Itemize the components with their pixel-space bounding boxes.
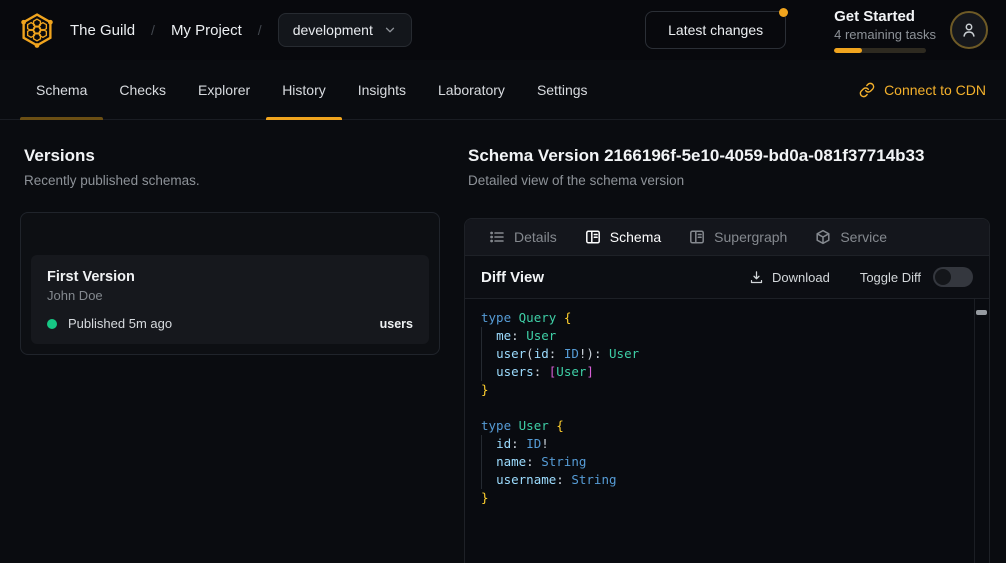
columns-icon	[585, 229, 601, 245]
toggle-diff-control: Toggle Diff	[860, 267, 973, 287]
version-list-item[interactable]: First Version John Doe Published 5m ago use…	[31, 255, 429, 344]
code-line: id: ID!	[481, 435, 965, 453]
nav-tab-settings[interactable]: Settings	[521, 60, 604, 119]
breadcrumb-project[interactable]: My Project	[171, 22, 242, 39]
detail-tab-label: Schema	[610, 229, 661, 245]
detail-tab-service[interactable]: Service	[801, 219, 901, 255]
cube-icon	[815, 229, 831, 245]
nav-tabs: SchemaChecksExplorerHistoryInsightsLabor…	[20, 60, 604, 119]
version-author: John Doe	[47, 288, 413, 303]
published-dot	[47, 319, 57, 329]
guild-logo-icon[interactable]	[18, 11, 56, 49]
code-line: name: String	[481, 453, 965, 471]
diff-view-title: Diff View	[481, 269, 544, 286]
download-label: Download	[772, 270, 830, 285]
download-icon	[749, 270, 764, 285]
code-line: type Query {	[481, 309, 965, 327]
user-avatar[interactable]	[950, 11, 988, 49]
detail-tab-details[interactable]: Details	[475, 219, 571, 255]
environment-label: development	[293, 22, 373, 38]
connect-to-cdn-button[interactable]: Connect to CDN	[859, 60, 986, 119]
code-scrollbar-thumb[interactable]	[976, 310, 987, 315]
diff-view-actions: Download Toggle Diff	[749, 267, 973, 287]
code-line	[481, 399, 965, 417]
versions-list-card: First Version John Doe Published 5m ago use…	[20, 212, 440, 355]
get-started-progress	[834, 48, 926, 53]
target-nav: SchemaChecksExplorerHistoryInsightsLabor…	[0, 60, 1006, 120]
version-detail-title: Schema Version 2166196f-5e10-4059-bd0a-0…	[468, 146, 990, 166]
code-lines: type Query { me: User user(id: ID!): Use…	[481, 309, 965, 507]
list-icon	[489, 229, 505, 245]
user-icon	[960, 21, 978, 39]
toggle-diff-switch[interactable]	[933, 267, 973, 287]
nav-tab-insights[interactable]: Insights	[342, 60, 422, 119]
detail-tab-schema[interactable]: Schema	[571, 219, 675, 255]
code-line: }	[481, 489, 965, 507]
nav-tab-explorer[interactable]: Explorer	[182, 60, 266, 119]
main-content: Versions Recently published schemas. Fir…	[0, 120, 1006, 563]
download-button[interactable]: Download	[749, 270, 830, 285]
latest-changes-label: Latest changes	[668, 22, 763, 38]
toggle-knob	[935, 269, 951, 285]
version-detail-column: Schema Version 2166196f-5e10-4059-bd0a-0…	[464, 146, 990, 563]
code-scrollbar[interactable]	[974, 299, 989, 563]
code-line: type User {	[481, 417, 965, 435]
nav-tab-laboratory[interactable]: Laboratory	[422, 60, 521, 119]
code-line: }	[481, 381, 965, 399]
breadcrumb: The Guild / My Project / development	[70, 13, 412, 47]
detail-tab-label: Service	[840, 229, 887, 245]
columns-icon	[689, 229, 705, 245]
code-line: users: [User]	[481, 363, 965, 381]
get-started-title: Get Started	[834, 8, 936, 26]
header-actions: Latest changes Get Started 4 remaining t…	[645, 8, 988, 53]
code-line: me: User	[481, 327, 965, 345]
progress-fill	[834, 48, 862, 53]
notification-dot	[779, 8, 788, 17]
detail-tab-supergraph[interactable]: Supergraph	[675, 219, 801, 255]
app-header: The Guild / My Project / development Lat…	[0, 0, 1006, 60]
nav-tab-schema[interactable]: Schema	[20, 60, 103, 119]
chevron-down-icon	[383, 23, 397, 37]
versions-title: Versions	[24, 146, 440, 166]
version-detail-subtitle: Detailed view of the schema version	[468, 173, 990, 188]
breadcrumb-separator: /	[258, 22, 262, 38]
version-service-badge: users	[380, 317, 413, 331]
diff-view-header: Diff View Download Toggle Diff	[465, 256, 989, 299]
nav-tab-checks[interactable]: Checks	[103, 60, 182, 119]
version-name: First Version	[47, 269, 413, 285]
latest-changes-button[interactable]: Latest changes	[645, 11, 786, 49]
get-started-widget[interactable]: Get Started 4 remaining tasks	[834, 8, 936, 53]
code-line: user(id: ID!): User	[481, 345, 965, 363]
nav-tab-history[interactable]: History	[266, 60, 342, 119]
link-icon	[859, 82, 875, 98]
detail-tab-label: Details	[514, 229, 557, 245]
connect-to-cdn-label: Connect to CDN	[884, 82, 986, 98]
version-detail-tabs: Details Schema Supergraph Service	[465, 219, 989, 256]
detail-tab-label: Supergraph	[714, 229, 787, 245]
versions-subtitle: Recently published schemas.	[24, 173, 440, 188]
versions-column: Versions Recently published schemas. Fir…	[20, 146, 440, 563]
version-status: Published 5m ago	[68, 316, 172, 331]
version-detail-panel: Details Schema Supergraph Service Diff View…	[464, 218, 990, 563]
version-status-row: Published 5m ago users	[47, 316, 413, 331]
schema-code-viewer[interactable]: type Query { me: User user(id: ID!): Use…	[465, 299, 989, 563]
environment-selector[interactable]: development	[278, 13, 412, 47]
breadcrumb-org[interactable]: The Guild	[70, 22, 135, 39]
versions-list: First Version John Doe Published 5m ago use…	[31, 255, 429, 344]
toggle-diff-label: Toggle Diff	[860, 270, 921, 285]
code-line: username: String	[481, 471, 965, 489]
breadcrumb-separator: /	[151, 22, 155, 38]
get-started-subtitle: 4 remaining tasks	[834, 26, 936, 43]
